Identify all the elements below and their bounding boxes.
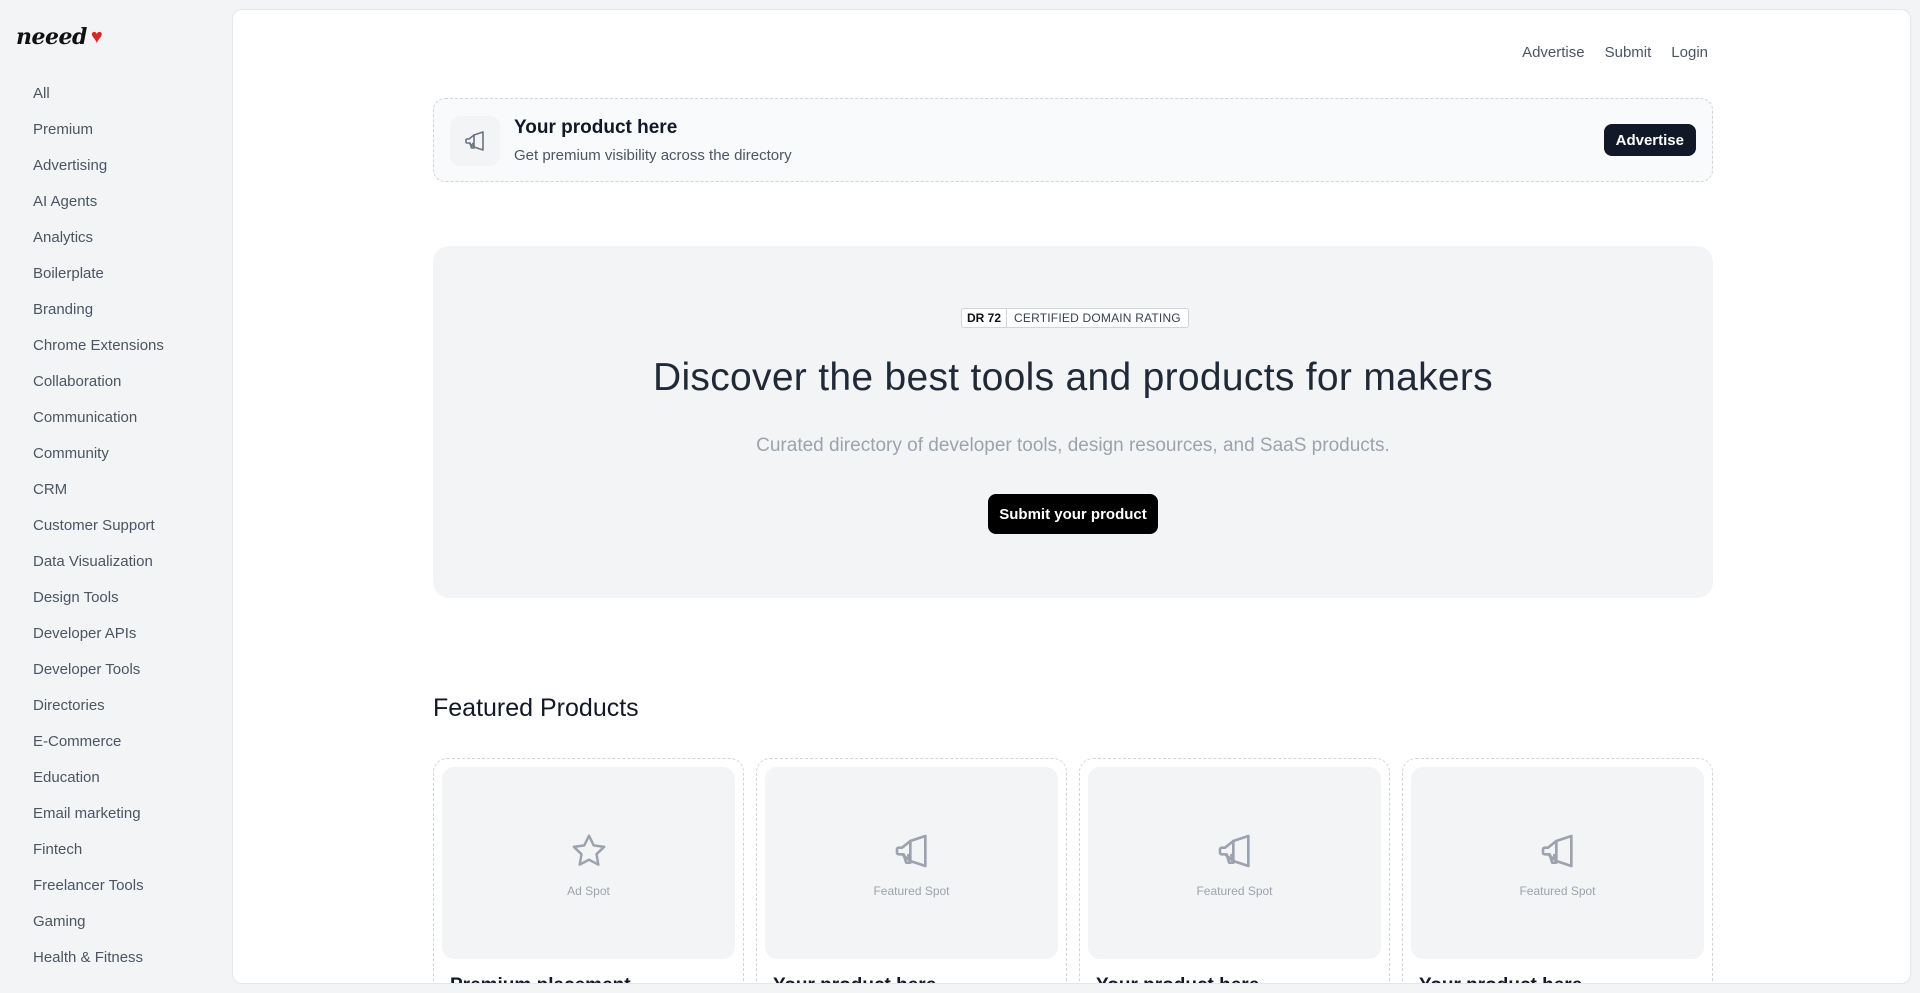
card-title: Premium placement <box>450 975 631 983</box>
sidebar-item-ai-agents[interactable]: AI Agents <box>33 190 164 226</box>
sidebar-item-data-visualization[interactable]: Data Visualization <box>33 550 164 586</box>
sidebar-item-all[interactable]: All <box>33 82 164 118</box>
badge-label: CERTIFIED DOMAIN RATING <box>1014 311 1181 325</box>
card-media: Featured Spot <box>1411 767 1704 959</box>
nav-submit-link[interactable]: Submit <box>1605 44 1652 61</box>
sidebar-item-directories[interactable]: Directories <box>33 694 164 730</box>
card-media: Featured Spot <box>765 767 1058 959</box>
megaphone-icon <box>1218 834 1250 868</box>
sidebar-item-education[interactable]: Education <box>33 766 164 802</box>
sidebar-item-customer-support[interactable]: Customer Support <box>33 514 164 550</box>
sidebar-item-crm[interactable]: CRM <box>33 478 164 514</box>
ad-banner-subtitle: Get premium visibility across the direct… <box>514 147 792 164</box>
featured-card[interactable]: Featured Spot Your product here <box>1402 758 1713 983</box>
card-title: Your product here <box>773 975 936 983</box>
megaphone-icon <box>1541 834 1573 868</box>
submit-product-button[interactable]: Submit your product <box>988 494 1158 534</box>
advertise-button[interactable]: Advertise <box>1603 124 1696 156</box>
star-icon <box>572 834 605 866</box>
sidebar-item-design-tools[interactable]: Design Tools <box>33 586 164 622</box>
logo[interactable]: neeed ♥ <box>16 24 103 50</box>
sidebar-item-freelancer-tools[interactable]: Freelancer Tools <box>33 874 164 910</box>
sidebar-item-health-fitness[interactable]: Health & Fitness <box>33 946 164 982</box>
sidebar-item-communication[interactable]: Communication <box>33 406 164 442</box>
sidebar-item-e-commerce[interactable]: E-Commerce <box>33 730 164 766</box>
badge-dr-value: DR 72 <box>962 309 1008 327</box>
card-title: Your product here <box>1096 975 1259 983</box>
sidebar: neeed ♥ All Premium Advertising AI Agent… <box>0 0 232 993</box>
hero-subtitle: Curated directory of developer tools, de… <box>756 435 1390 456</box>
domain-rating-badge[interactable]: DR 72 CERTIFIED DOMAIN RATING <box>961 308 1189 328</box>
sidebar-item-fintech[interactable]: Fintech <box>33 838 164 874</box>
sidebar-item-collaboration[interactable]: Collaboration <box>33 370 164 406</box>
sidebar-item-chrome-extensions[interactable]: Chrome Extensions <box>33 334 164 370</box>
sidebar-item-branding[interactable]: Branding <box>33 298 164 334</box>
nav-login-link[interactable]: Login <box>1671 44 1708 61</box>
featured-card[interactable]: Featured Spot Your product here <box>1079 758 1390 983</box>
card-spot-label: Featured Spot <box>1519 884 1596 898</box>
featured-cards: Ad Spot Premium placement Featured Spot … <box>433 758 1713 983</box>
sidebar-item-advertising[interactable]: Advertising <box>33 154 164 190</box>
sidebar-item-boilerplate[interactable]: Boilerplate <box>33 262 164 298</box>
category-list: All Premium Advertising AI Agents Analyt… <box>33 82 164 982</box>
logo-text: neeed <box>16 24 87 50</box>
sidebar-item-community[interactable]: Community <box>33 442 164 478</box>
hero-title: Discover the best tools and products for… <box>653 356 1493 399</box>
card-spot-label: Featured Spot <box>1196 884 1273 898</box>
main-panel: Advertise Submit Login Your product here… <box>232 9 1911 984</box>
heart-icon: ♥ <box>90 26 103 48</box>
hero-section: DR 72 CERTIFIED DOMAIN RATING Discover t… <box>433 246 1713 598</box>
featured-card[interactable]: Ad Spot Premium placement <box>433 758 744 983</box>
sidebar-item-email-marketing[interactable]: Email marketing <box>33 802 164 838</box>
sidebar-item-developer-apis[interactable]: Developer APIs <box>33 622 164 658</box>
card-media: Ad Spot <box>442 767 735 959</box>
sidebar-item-analytics[interactable]: Analytics <box>33 226 164 262</box>
card-spot-label: Ad Spot <box>567 884 610 898</box>
featured-products-heading: Featured Products <box>433 694 639 722</box>
sidebar-item-gaming[interactable]: Gaming <box>33 910 164 946</box>
nav-advertise-link[interactable]: Advertise <box>1522 44 1585 61</box>
top-nav: Advertise Submit Login <box>1522 44 1708 61</box>
card-spot-label: Featured Spot <box>873 884 950 898</box>
featured-card[interactable]: Featured Spot Your product here <box>756 758 1067 983</box>
megaphone-icon <box>895 834 927 868</box>
card-title: Your product here <box>1419 975 1582 983</box>
megaphone-icon <box>450 116 500 166</box>
ad-banner-title: Your product here <box>514 117 678 138</box>
sidebar-item-developer-tools[interactable]: Developer Tools <box>33 658 164 694</box>
ad-banner[interactable]: Your product here Get premium visibility… <box>433 98 1713 182</box>
card-media: Featured Spot <box>1088 767 1381 959</box>
sidebar-item-premium[interactable]: Premium <box>33 118 164 154</box>
